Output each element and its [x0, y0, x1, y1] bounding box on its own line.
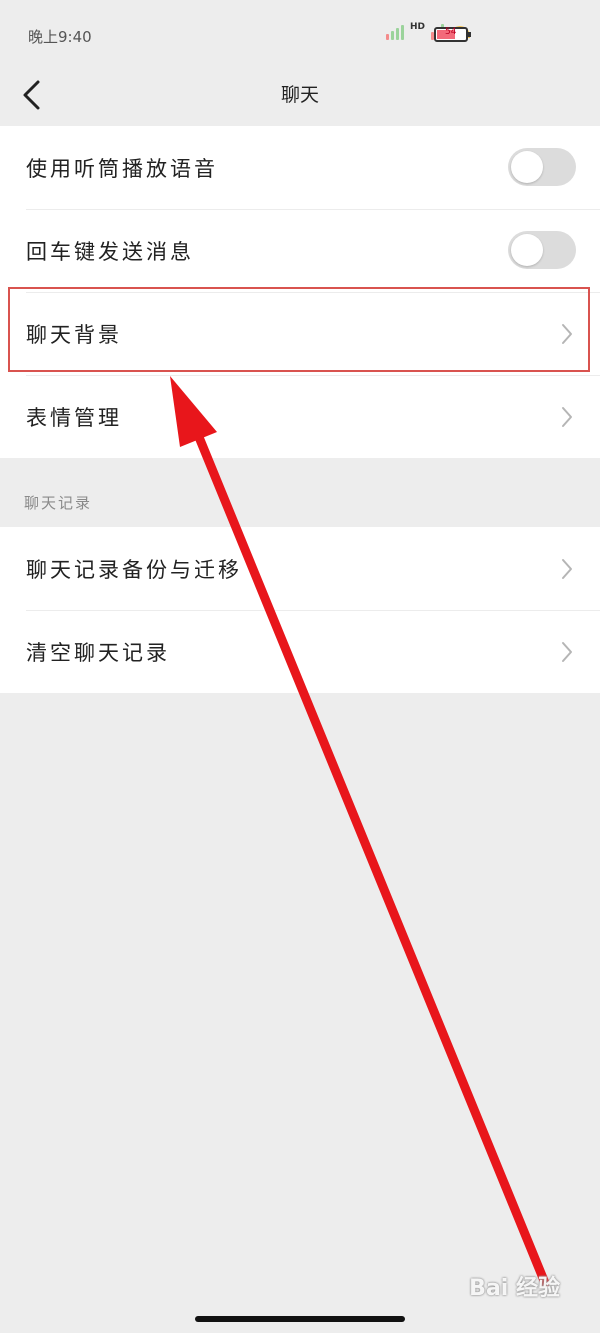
status-bar: 晚上9:40 HD 54	[0, 0, 600, 72]
setting-row-earpiece-voice[interactable]: 使用听筒播放语音	[0, 126, 600, 209]
navigation-bar: 聊天	[0, 72, 600, 126]
setting-label: 回车键发送消息	[26, 239, 194, 264]
setting-label: 使用听筒播放语音	[26, 156, 218, 181]
chevron-right-icon	[562, 559, 572, 579]
setting-label: 表情管理	[26, 405, 122, 430]
page-title: 聊天	[280, 84, 319, 106]
status-time: 晚上9:40	[28, 28, 92, 46]
setting-row-backup-migrate[interactable]: 聊天记录备份与迁移	[0, 527, 600, 610]
setting-row-enter-to-send[interactable]: 回车键发送消息	[0, 209, 600, 292]
home-indicator	[195, 1316, 405, 1322]
setting-row-chat-background[interactable]: 聊天背景	[0, 292, 600, 375]
chevron-right-icon	[562, 642, 572, 662]
chevron-right-icon	[562, 324, 572, 344]
earpiece-voice-toggle[interactable]	[508, 148, 576, 186]
battery-level: 54	[445, 27, 457, 37]
watermark: Bai 经验	[469, 1276, 560, 1301]
setting-label: 聊天记录备份与迁移	[26, 557, 242, 582]
signal-icon	[385, 22, 404, 40]
setting-label: 聊天背景	[26, 322, 122, 347]
setting-row-clear-history[interactable]: 清空聊天记录	[0, 610, 600, 693]
network-badge: HD	[409, 22, 425, 32]
section-header-chat-history: 聊天记录	[24, 494, 93, 512]
enter-to-send-toggle[interactable]	[508, 231, 576, 269]
setting-label: 清空聊天记录	[26, 640, 170, 665]
chat-history-group: 聊天记录备份与迁移 清空聊天记录	[0, 527, 600, 693]
battery-icon: 54	[434, 27, 471, 42]
setting-row-sticker-management[interactable]: 表情管理	[0, 375, 600, 458]
settings-group: 使用听筒播放语音 回车键发送消息 聊天背景 表情管理	[0, 126, 600, 458]
chevron-right-icon	[562, 407, 572, 427]
